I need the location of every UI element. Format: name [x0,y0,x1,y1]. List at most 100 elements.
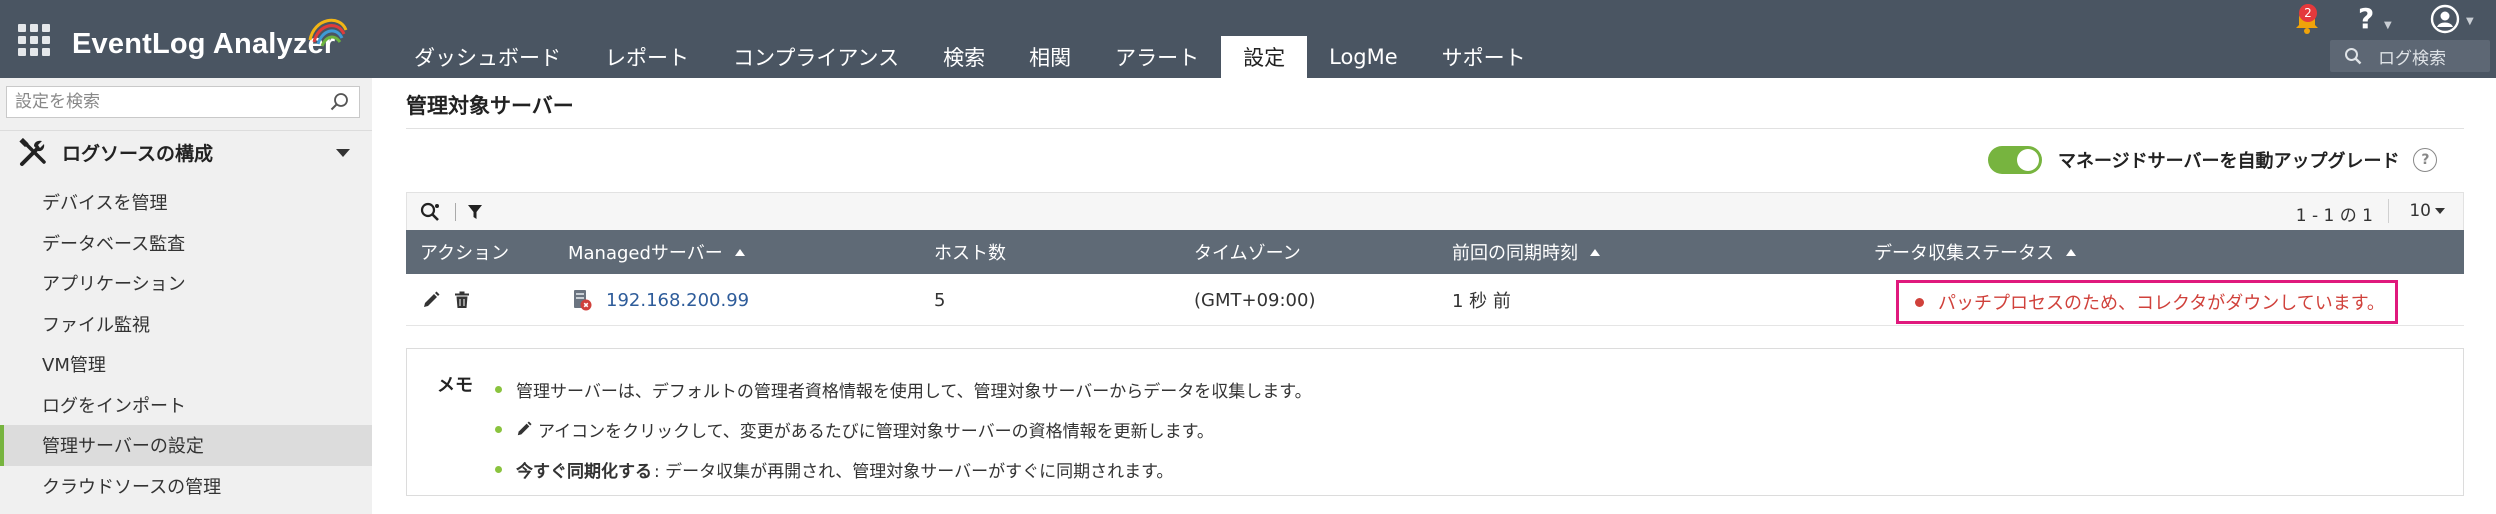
host-count-cell: 5 [934,289,946,311]
settings-sidebar: ログソースの構成 デバイスを管理 データベース監査 アプリケーション ファイル監… [0,78,372,514]
help-circle-icon[interactable]: ? [2413,148,2438,172]
server-status-icon [574,290,592,311]
user-caret-icon: ▼ [2466,16,2474,27]
col-header-actions: アクション [420,230,509,274]
table-row: 192.168.200.99 5 (GMT+09:00) 1 秒 前 パッチプロ… [406,274,2464,326]
delete-trash-icon[interactable] [454,291,470,309]
edit-pencil-icon [517,421,532,436]
col-header-collection-status[interactable]: データ収集ステータス [1874,230,2076,274]
settings-search-input[interactable] [15,92,329,112]
tab-correlation[interactable]: 相関 [1007,36,1093,78]
log-source-config-section[interactable]: ログソースの構成 [0,130,372,174]
collection-status-text: パッチプロセスのため、コレクタがダウンしています。 [1938,293,2385,314]
sort-asc-icon [2066,248,2076,256]
tab-compliance[interactable]: コンプライアンス [711,36,921,78]
tab-dashboard[interactable]: ダッシュボード [392,36,583,78]
collapse-arrow-icon [336,149,350,157]
col-header-timezone-label: タイムゾーン [1194,243,1301,264]
log-search-button[interactable]: ログ検索 [2330,40,2490,72]
last-sync-cell: 1 秒 前 [1452,291,1511,312]
col-header-managed-server-label: Managedサーバー [568,243,723,264]
memo-line-1: 管理サーバーは、デフォルトの管理者資格情報を使用して、管理対象サーバーからデータ… [516,381,1312,402]
auto-upgrade-toggle[interactable] [1988,146,2042,174]
log-search-icon [2345,48,2362,65]
sort-asc-icon [734,248,745,256]
bullet-icon [495,465,502,473]
col-header-last-sync-label: 前回の同期時刻 [1452,243,1578,264]
sidebar-item-file-monitoring[interactable]: ファイル監視 [0,304,372,345]
help-icon: ? [2358,2,2375,35]
toolbar-separator [455,203,456,221]
help-menu[interactable]: ? ▼ [2358,2,2392,35]
col-header-collection-status-label: データ収集ステータス [1874,243,2054,264]
rows-per-page-value: 10 [2409,201,2431,221]
section-title: ログソースの構成 [62,143,214,165]
sidebar-item-database-audit[interactable]: データベース監査 [0,223,372,264]
managed-server-link[interactable]: 192.168.200.99 [606,290,749,311]
pagination-info: 1 - 1 の 1 [2295,206,2373,226]
bullet-icon [495,385,502,393]
memo-line-3-emphasis: 今すぐ同期化する [516,461,652,482]
tools-icon [19,137,46,166]
col-header-last-sync[interactable]: 前回の同期時刻 [1452,230,1600,274]
status-down-dot-icon [1915,297,1924,307]
top-bar: EventLog Analyzer ダッシュボード レポート コンプライアンス … [0,0,2496,78]
auto-upgrade-label: マネージドサーバーを自動アップグレード [2058,151,2400,172]
edit-pencil-icon[interactable] [422,291,440,309]
col-header-timezone[interactable]: タイムゾーン [1194,230,1301,274]
auto-upgrade-row: マネージドサーバーを自動アップグレード ? [1988,142,2438,178]
memo-item: 今すぐ同期化する : データ収集が再開され、管理対象サーバーがすぐに同期されます… [495,449,1312,489]
search-icon[interactable] [329,91,351,113]
tab-support[interactable]: サポート [1420,36,1548,78]
sidebar-item-manage-devices[interactable]: デバイスを管理 [0,182,372,223]
help-caret-icon: ▼ [2384,20,2392,31]
table-header: アクション Managedサーバー ホスト数 タイムゾーン 前回の同期時刻 デー… [406,230,2464,274]
table-toolbar: 1 - 1 の 1 10 [406,192,2464,230]
app-grid-icon[interactable] [18,24,50,56]
col-header-host-count[interactable]: ホスト数 [934,230,1006,274]
col-header-actions-label: アクション [420,243,510,264]
tab-search[interactable]: 検索 [921,36,1007,78]
pager-separator [2388,199,2389,223]
col-header-managed-server[interactable]: Managedサーバー [568,230,745,274]
title-divider [406,128,2464,129]
table-search-icon[interactable] [419,201,441,223]
memo-item: アイコンをクリックして、変更があるたびに管理対象サーバーの資格情報を更新します。 [495,409,1312,449]
filter-icon[interactable] [467,204,483,220]
collection-status-cell: パッチプロセスのため、コレクタがダウンしています。 [1896,280,2398,324]
sidebar-item-admin-server-settings[interactable]: 管理サーバーの設定 [0,425,372,466]
brand-swirl-icon [308,18,348,47]
memo-line-3: : データ収集が再開され、管理対象サーバーがすぐに同期されます。 [654,461,1174,482]
managed-server-cell[interactable]: 192.168.200.99 [572,274,749,326]
bullet-icon [495,425,502,433]
rows-per-page-select[interactable]: 10 [2409,201,2445,221]
tab-alerts[interactable]: アラート [1093,36,1221,78]
main-content: 管理対象サーバー マネージドサーバーを自動アップグレード ? 1 - 1 の 1… [372,78,2496,514]
notification-count-badge: 2 [2299,4,2317,22]
tab-reports[interactable]: レポート [583,36,711,78]
page-title: 管理対象サーバー [406,94,574,118]
sidebar-item-import-logs[interactable]: ログをインポート [0,385,372,426]
sort-asc-icon [1590,248,1600,256]
timezone-cell: (GMT+09:00) [1194,289,1316,311]
memo-panel: メモ 管理サーバーは、デフォルトの管理者資格情報を使用して、管理対象サーバーから… [406,348,2464,496]
memo-item: 管理サーバーは、デフォルトの管理者資格情報を使用して、管理対象サーバーからデータ… [495,369,1312,409]
main-nav-tabs: ダッシュボード レポート コンプライアンス 検索 相関 アラート 設定 LogM… [392,36,1548,78]
row-actions [422,274,470,326]
chevron-down-icon [2435,208,2445,214]
user-avatar-icon [2430,4,2460,34]
col-header-host-count-label: ホスト数 [934,243,1006,264]
settings-search-box [6,86,360,118]
tab-settings[interactable]: 設定 [1221,36,1308,78]
user-menu[interactable]: ▼ [2430,4,2474,38]
sidebar-item-list: デバイスを管理 データベース監査 アプリケーション ファイル監視 VM管理 ログ… [0,182,372,506]
tab-logme[interactable]: LogMe [1307,36,1420,78]
memo-list: 管理サーバーは、デフォルトの管理者資格情報を使用して、管理対象サーバーからデータ… [495,369,1312,489]
memo-title: メモ [437,375,473,396]
memo-line-2: アイコンをクリックして、変更があるたびに管理対象サーバーの資格情報を更新します。 [538,421,1214,442]
sidebar-item-vm-management[interactable]: VM管理 [0,344,372,385]
sidebar-item-applications[interactable]: アプリケーション [0,263,372,304]
log-search-label: ログ検索 [2378,48,2446,69]
brand-logo-text: EventLog Analyzer [72,28,336,60]
sidebar-item-cloud-sources[interactable]: クラウドソースの管理 [0,466,372,507]
